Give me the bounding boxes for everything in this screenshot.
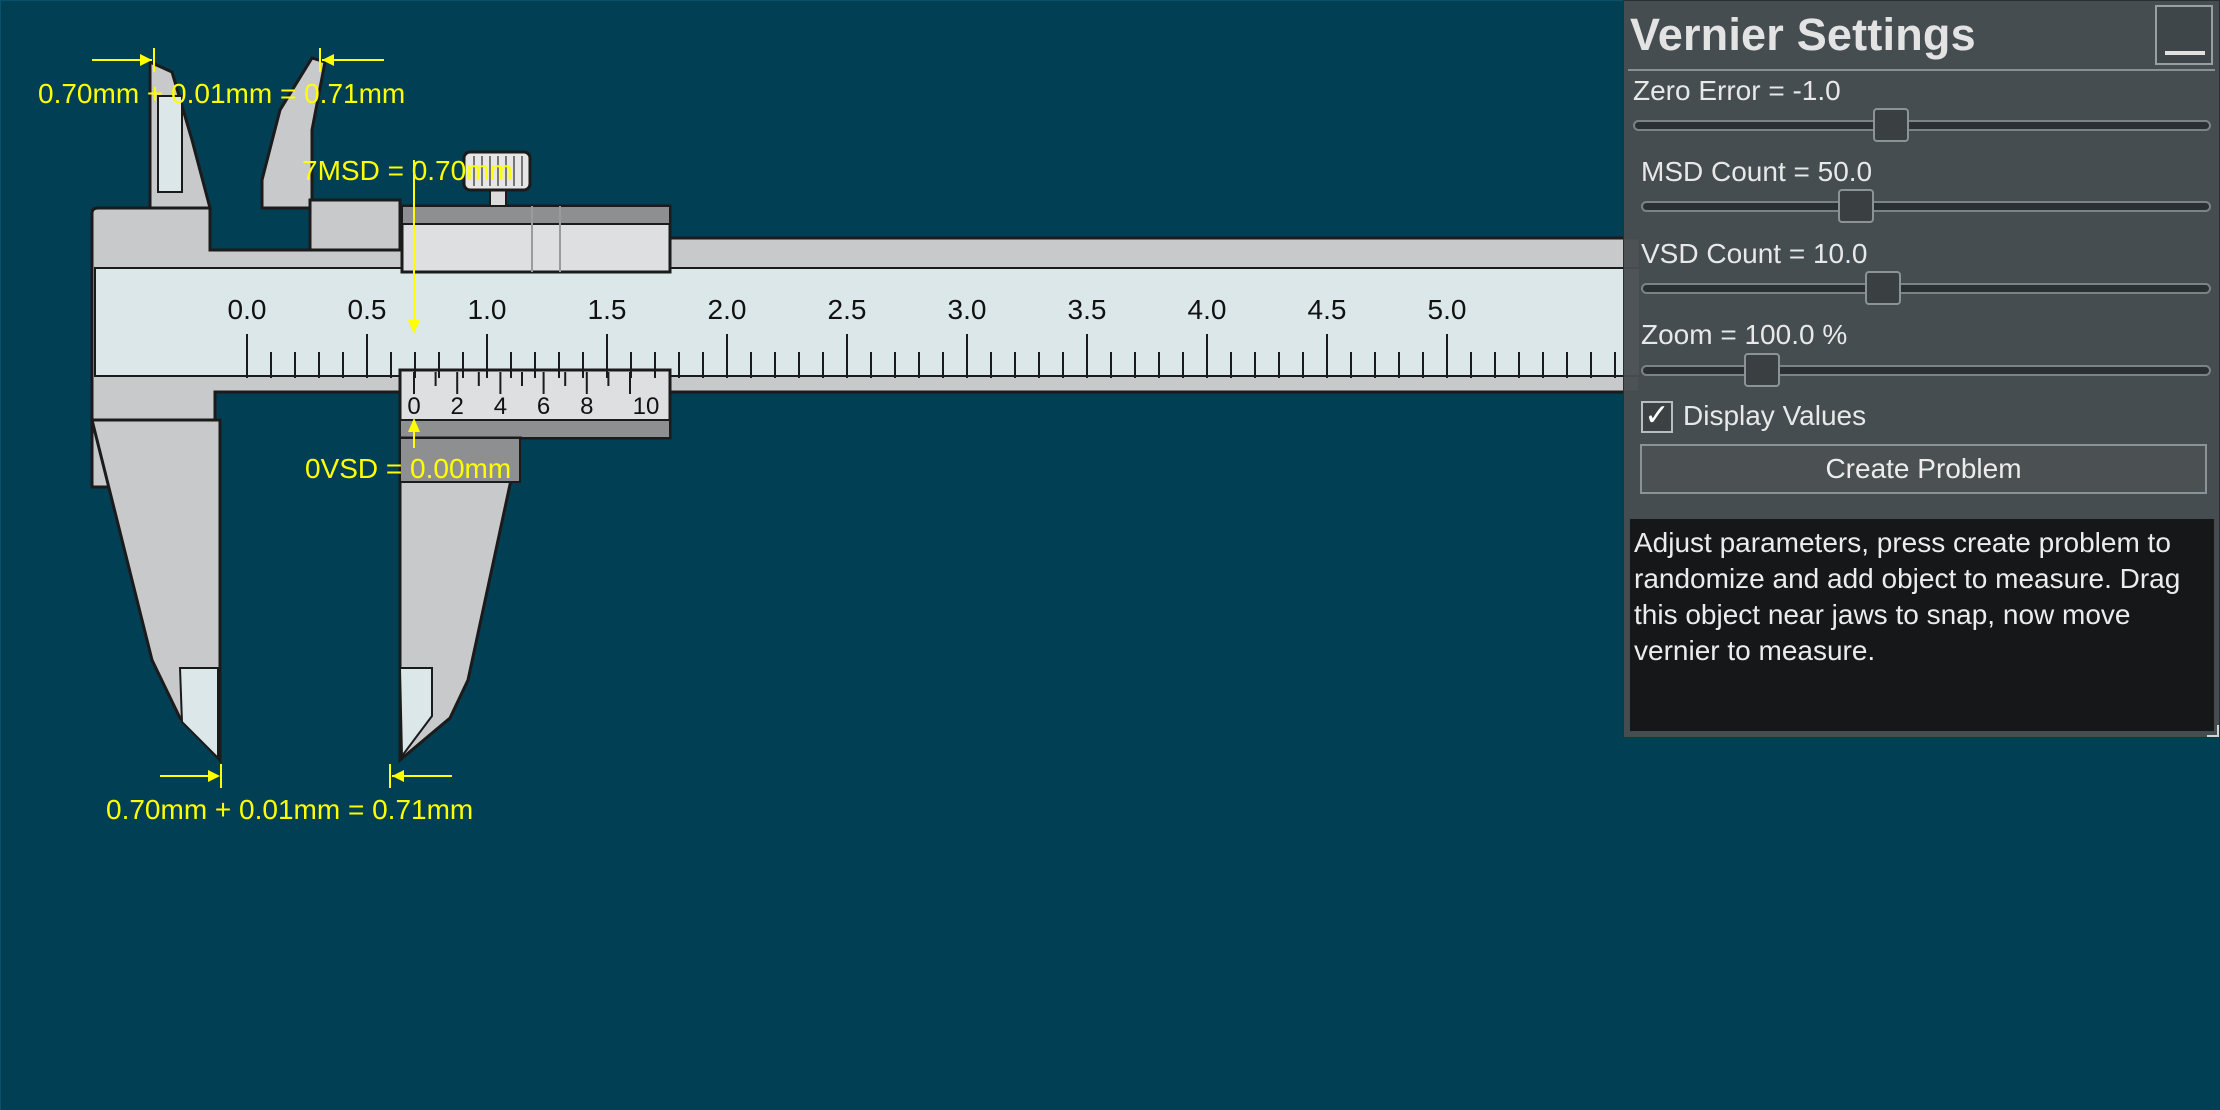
top-jaw-reading: 0.70mm + 0.01mm = 0.71mm — [38, 78, 405, 109]
main-scale-label: 1.5 — [588, 294, 627, 325]
fixed-lower-jaw-tip — [178, 667, 219, 761]
vsd-annotation: 0VSD = 0.00mm — [305, 453, 511, 484]
display-values-checkbox[interactable]: ✓ — [1641, 401, 1673, 433]
main-scale-label: 4.0 — [1188, 294, 1227, 325]
zoom-label: Zoom = 100.0 % — [1641, 319, 1848, 350]
title-divider — [1628, 69, 2215, 71]
msd-count-slider-thumb[interactable] — [1838, 189, 1874, 223]
vernier-scale-label: 4 — [494, 393, 507, 420]
zero-error-slider-thumb[interactable] — [1873, 108, 1909, 142]
resize-handle[interactable] — [2207, 725, 2219, 737]
panel-title: Vernier Settings — [1630, 9, 1976, 60]
vsd-count-slider-thumb[interactable] — [1865, 271, 1901, 305]
vernier-plate-bottom-band — [399, 419, 671, 439]
msd-count-label: MSD Count = 50.0 — [1641, 156, 1873, 187]
msd-count-slider-track[interactable] — [1641, 201, 2211, 212]
minimize-button[interactable] — [2155, 5, 2213, 65]
main-scale-face — [94, 267, 1641, 377]
vernier-settings-panel: Vernier Settings Zero Error = -1.0 MSD C… — [1623, 0, 2220, 738]
main-scale-label: 0.0 — [228, 294, 267, 325]
top-jaw-annotation — [92, 48, 384, 72]
zero-error-slider-track[interactable] — [1633, 120, 2211, 131]
display-values-label[interactable]: Display Values — [1683, 400, 1866, 432]
main-scale-label: 2.0 — [708, 294, 747, 325]
lock-screw-stem — [489, 189, 507, 207]
main-scale-label: 5.0 — [1428, 294, 1467, 325]
checkmark-icon: ✓ — [1644, 399, 1670, 432]
vernier-housing-top-band — [401, 205, 671, 225]
fixed-upper-jaw-tip — [157, 95, 183, 193]
main-scale-label: 4.5 — [1308, 294, 1347, 325]
vernier-scale-label: 2 — [451, 393, 464, 420]
bottom-jaw-reading: 0.70mm + 0.01mm = 0.71mm — [106, 794, 473, 825]
minimize-icon — [2165, 51, 2205, 55]
zoom-slider-thumb[interactable] — [1744, 353, 1780, 387]
msd-annotation: 7MSD = 0.70mm — [302, 155, 513, 186]
bottom-jaw-annotation — [160, 764, 452, 788]
vernier-scale-label: 10 — [633, 393, 660, 420]
main-scale-label: 0.5 — [348, 294, 387, 325]
vernier-scale-label: 8 — [580, 393, 593, 420]
main-scale-label: 3.0 — [948, 294, 987, 325]
main-scale-label: 3.5 — [1068, 294, 1107, 325]
slider-top-block — [308, 198, 402, 252]
main-scale-label: 1.0 — [468, 294, 507, 325]
vernier-scale-label: 0 — [407, 393, 420, 420]
vsd-count-slider-track[interactable] — [1641, 283, 2211, 294]
zero-error-label: Zero Error = -1.0 — [1633, 75, 1841, 106]
create-problem-button[interactable]: Create Problem — [1640, 444, 2207, 494]
main-scale-label: 2.5 — [828, 294, 867, 325]
vernier-scale-label: 6 — [537, 393, 550, 420]
instructions-text: Adjust parameters, press create problem … — [1630, 519, 2214, 731]
zoom-slider-track[interactable] — [1641, 365, 2211, 376]
vsd-count-label: VSD Count = 10.0 — [1641, 238, 1868, 269]
simulation-canvas: 0.0 0.5 1.0 1.5 2.0 2.5 3.0 3.5 4.0 4.5 5.0 0 2 4 6 8 1… — [0, 0, 2220, 1110]
